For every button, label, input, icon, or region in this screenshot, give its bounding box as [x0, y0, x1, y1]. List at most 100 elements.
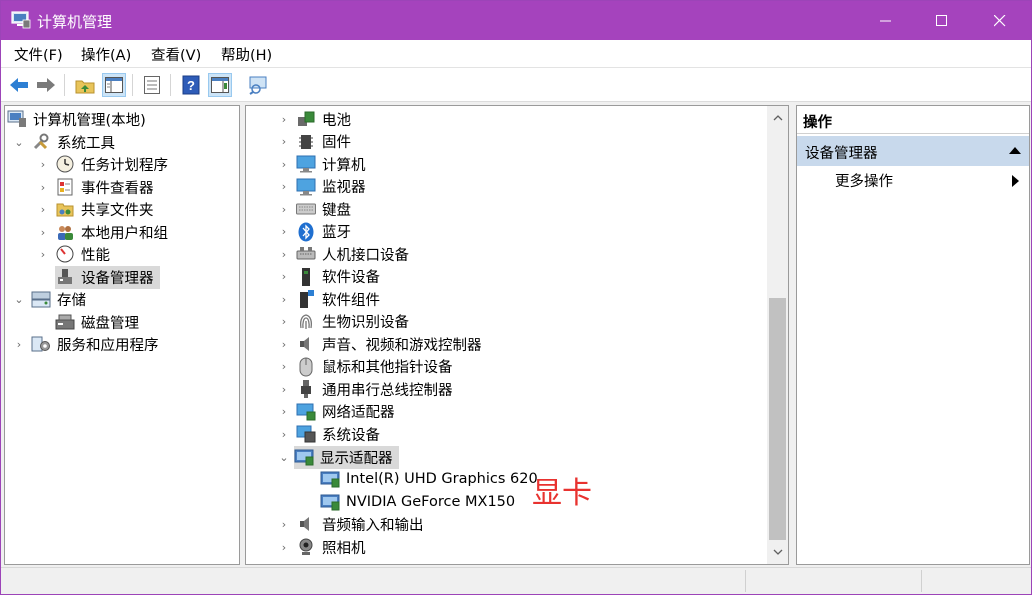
device-category-item[interactable]: 人机接口设备	[296, 243, 411, 265]
actions-header: 操作	[797, 106, 1029, 134]
device-category-item[interactable]: 系统设备	[296, 423, 382, 445]
action-group-device-manager[interactable]: 设备管理器	[797, 136, 1029, 166]
device-category-label: 键盘	[322, 202, 351, 219]
expand-chevron-icon[interactable]: ›	[278, 131, 290, 153]
mouse-icon	[296, 357, 316, 377]
tree-node-shared-folders[interactable]: 共享文件夹	[55, 198, 156, 220]
expand-chevron-icon[interactable]: ›	[278, 243, 290, 265]
device-category-item[interactable]: 声音、视频和游戏控制器	[296, 333, 484, 355]
expand-chevron-icon[interactable]: ›	[278, 198, 290, 220]
minimize-button[interactable]	[863, 1, 909, 40]
expand-chevron-icon[interactable]: ›	[37, 243, 49, 265]
device-category-label: 固件	[322, 135, 351, 151]
tree-node-storage[interactable]: 存储	[31, 288, 88, 310]
expand-chevron-icon[interactable]: ›	[278, 108, 290, 130]
menu-file[interactable]: 文件(F)	[14, 44, 63, 65]
collapse-chevron-icon[interactable]: ⌄	[13, 288, 25, 310]
expand-chevron-icon[interactable]: ›	[278, 513, 290, 535]
menu-view[interactable]: 查看(V)	[151, 44, 201, 65]
tree-node-task-scheduler[interactable]: 任务计划程序	[55, 153, 170, 175]
scroll-up-arrow-icon[interactable]	[767, 108, 788, 128]
expand-chevron-icon[interactable]: ›	[278, 221, 290, 243]
scrollbar-thumb[interactable]	[769, 298, 786, 540]
up-one-level-button[interactable]	[73, 73, 97, 97]
computer-management-window: 计算机管理 文件(F) 操作(A) 查看(V) 帮助(H) ? 计算机管理(本地…	[0, 0, 1032, 595]
show-hide-tree-button[interactable]	[102, 73, 126, 97]
expand-chevron-icon[interactable]: ›	[278, 153, 290, 175]
device-category-item[interactable]: 通用串行总线控制器	[296, 378, 455, 400]
svg-text:?: ?	[187, 78, 195, 93]
device-category-item[interactable]: 电池	[296, 108, 353, 130]
device-category-display-adapters[interactable]: 显示适配器	[294, 445, 399, 469]
device-nvidia-mx150[interactable]: NVIDIA GeForce MX150	[320, 491, 517, 513]
device-category-item[interactable]: 软件组件	[296, 288, 382, 310]
expand-chevron-icon[interactable]: ›	[37, 176, 49, 198]
more-actions-item[interactable]: 更多操作	[835, 170, 1029, 194]
tree-node-performance[interactable]: 性能	[55, 243, 112, 265]
tree-node-system-tools[interactable]: 系统工具	[31, 131, 117, 153]
tree-node-local-users[interactable]: 本地用户和组	[55, 221, 170, 243]
device-category-item[interactable]: 软件设备	[296, 266, 382, 288]
software-device-icon	[296, 267, 316, 287]
scroll-down-arrow-icon[interactable]	[767, 542, 788, 562]
scan-hardware-button[interactable]	[246, 73, 270, 97]
maximize-button[interactable]	[919, 1, 965, 40]
tree-node-disk-management[interactable]: 磁盘管理	[55, 311, 141, 333]
expand-chevron-icon[interactable]: ›	[13, 333, 25, 355]
tree-node-event-viewer[interactable]: 事件查看器	[55, 176, 156, 198]
expand-chevron-icon[interactable]: ›	[278, 311, 290, 333]
expand-chevron-icon[interactable]: ›	[278, 356, 290, 378]
folder-up-icon	[75, 80, 95, 94]
close-button[interactable]	[977, 1, 1023, 40]
menu-help[interactable]: 帮助(H)	[221, 44, 272, 65]
device-category-item[interactable]: 生物识别设备	[296, 311, 411, 333]
device-intel-uhd-620[interactable]: Intel(R) UHD Graphics 620	[320, 468, 540, 490]
back-button[interactable]	[7, 73, 31, 97]
expand-chevron-icon[interactable]: ›	[278, 423, 290, 445]
display-adapter-icon	[320, 469, 340, 489]
device-category-label: 监视器	[322, 180, 366, 196]
speaker-icon	[296, 334, 316, 354]
forward-button[interactable]	[34, 73, 58, 97]
usb-icon	[296, 379, 316, 399]
expand-chevron-icon[interactable]: ›	[278, 401, 290, 423]
device-category-camera[interactable]: 照相机	[296, 536, 368, 558]
show-action-pane-button[interactable]	[208, 73, 232, 97]
expand-chevron-icon[interactable]: ›	[37, 198, 49, 220]
action-group-label: 设备管理器	[805, 146, 878, 162]
expand-chevron-icon[interactable]: ›	[278, 176, 290, 198]
collapse-triangle-icon[interactable]	[1009, 147, 1021, 154]
device-category-label: 网络适配器	[322, 405, 395, 421]
expand-chevron-icon[interactable]: ›	[37, 221, 49, 243]
device-category-audio-io[interactable]: 音频输入和输出	[296, 513, 426, 535]
tree-node-root[interactable]: 计算机管理(本地)	[7, 108, 148, 130]
help-button[interactable]: ?	[179, 73, 203, 97]
device-tree-pane: › 电池 › 固件 › 计算机 › 监视器 › 键盘 › 蓝牙 › 人机接口设备 › 软件设备 › 软件组件 › 生物…	[245, 105, 789, 565]
properties-button[interactable]	[140, 73, 164, 97]
tree-node-device-manager[interactable]: 设备管理器	[55, 265, 160, 289]
device-category-item[interactable]: 网络适配器	[296, 401, 397, 423]
collapse-chevron-icon[interactable]: ⌄	[278, 446, 290, 468]
tree-node-services-apps[interactable]: 服务和应用程序	[31, 333, 161, 355]
speaker-icon	[296, 514, 316, 534]
expand-chevron-icon[interactable]: ›	[278, 333, 290, 355]
menu-action[interactable]: 操作(A)	[81, 44, 131, 65]
device-category-item[interactable]: 计算机	[296, 153, 368, 175]
webcam-icon	[296, 537, 316, 557]
actions-pane: 操作 设备管理器 更多操作	[796, 105, 1030, 565]
device-category-item[interactable]: 鼠标和其他指针设备	[296, 356, 455, 378]
device-category-item[interactable]: 键盘	[296, 198, 353, 220]
collapse-chevron-icon[interactable]: ⌄	[13, 131, 25, 153]
window-title: 计算机管理	[37, 13, 113, 31]
expand-chevron-icon[interactable]: ›	[278, 288, 290, 310]
expand-chevron-icon[interactable]: ›	[278, 536, 290, 558]
device-category-item[interactable]: 蓝牙	[296, 221, 353, 243]
expand-chevron-icon[interactable]: ›	[37, 153, 49, 175]
expand-chevron-icon[interactable]: ›	[278, 378, 290, 400]
expand-chevron-icon[interactable]: ›	[278, 266, 290, 288]
event-log-icon	[55, 177, 75, 197]
minimize-icon	[880, 20, 891, 21]
device-category-item[interactable]: 监视器	[296, 176, 368, 198]
device-category-item[interactable]: 固件	[296, 131, 353, 153]
device-tree-scrollbar[interactable]	[767, 106, 788, 564]
